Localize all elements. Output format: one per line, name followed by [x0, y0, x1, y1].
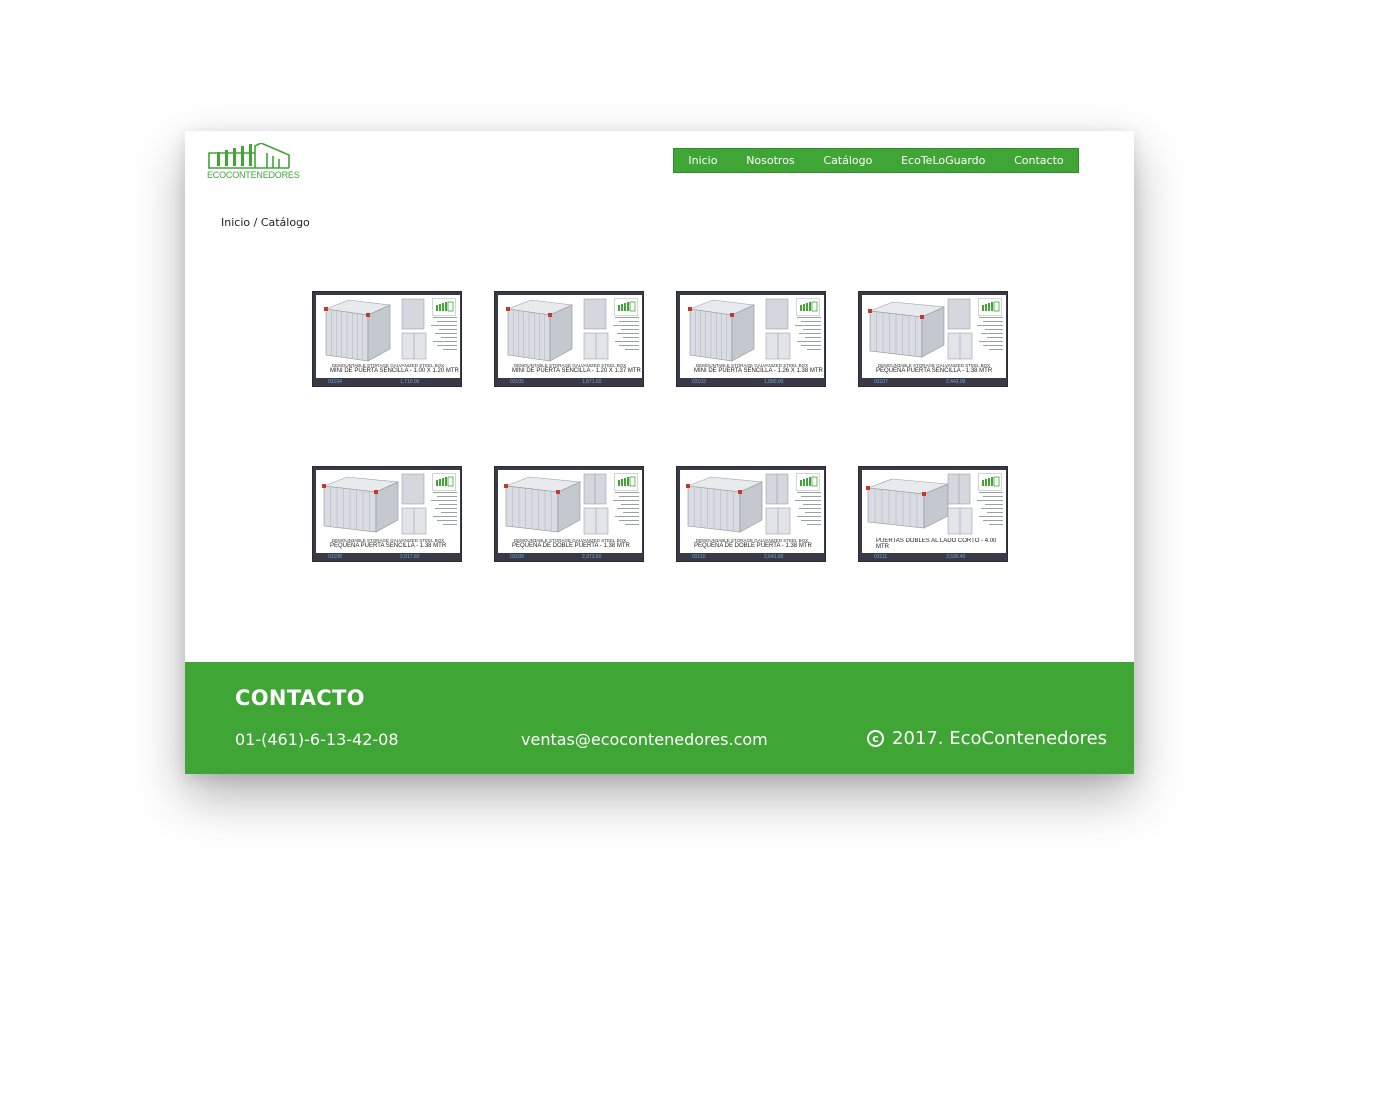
spec-list [609, 492, 639, 530]
container-logo-icon [208, 142, 290, 169]
footer-email-link[interactable]: ventas@ecocontenedores.com [521, 730, 768, 749]
product-card[interactable]: PUERTAS DOBLES AL LADO CORTO - 4.00 MTR 0… [858, 466, 1008, 562]
product-price: 1,710.00 [400, 379, 420, 385]
product-meta: 03108 2,017.60 [316, 554, 460, 561]
product-title: MINI DE PUERTA SENCILLA - 1.26 X 1.38 MT… [694, 368, 823, 374]
product-image [680, 470, 824, 538]
brand-logo-icon [432, 298, 456, 316]
brand-logo-icon [614, 473, 638, 491]
product-title: PEQUEÑA PUERTA SENCILLA - 1.38 MTR [876, 368, 993, 374]
product-price: 1,880.00 [764, 379, 784, 385]
product-code: 03105 [510, 379, 524, 385]
product-price: 2,373.60 [582, 554, 602, 560]
product-meta: 03111 3,590.40 [862, 554, 1006, 561]
nav-item-nosotros[interactable]: Nosotros [746, 154, 794, 167]
product-meta: 03109 2,373.60 [498, 554, 642, 561]
product-image [680, 295, 824, 363]
footer-copyright: c 2017. EcoContenedores [867, 728, 1107, 749]
product-caption: DEMOUNTABLE STORAGE GALVANIZED STEEL BOX… [316, 363, 460, 378]
product-code: 03104 [328, 379, 342, 385]
product-caption: DEMOUNTABLE STORAGE GALVANIZED STEEL BOX… [316, 538, 460, 553]
spec-list [973, 492, 1003, 530]
footer-title: CONTACTO [235, 686, 365, 710]
product-meta: 03107 2,443.00 [862, 379, 1006, 386]
product-card[interactable]: DEMOUNTABLE STORAGE GALVANIZED STEEL BOX… [676, 466, 826, 562]
footer: CONTACTO 01-(461)-6-13-42-08 ventas@ecoc… [185, 662, 1134, 774]
product-caption: DEMOUNTABLE STORAGE GALVANIZED STEEL BOX… [498, 538, 642, 553]
spec-list [791, 492, 821, 530]
product-caption: DEMOUNTABLE STORAGE GALVANIZED STEEL BOX… [680, 538, 824, 553]
product-image [498, 470, 642, 538]
product-card[interactable]: DEMOUNTABLE STORAGE GALVANIZED STEEL BOX… [494, 291, 644, 387]
product-price: 3,590.40 [946, 554, 966, 560]
product-caption: DEMOUNTABLE STORAGE GALVANIZED STEEL BOX… [862, 363, 1006, 378]
product-meta: 03103 1,880.00 [680, 379, 824, 386]
product-card[interactable]: DEMOUNTABLE STORAGE GALVANIZED STEEL BOX… [858, 291, 1008, 387]
product-title: MINI DE PUERTA SENCILLA - 1.20 X 1.37 MT… [512, 368, 641, 374]
brand-logo-icon [978, 298, 1002, 316]
nav-item-inicio[interactable]: Inicio [688, 154, 717, 167]
product-meta: 03105 1,871.60 [498, 379, 642, 386]
breadcrumb-current: Catálogo [260, 216, 310, 229]
product-code: 03110 [692, 554, 706, 560]
product-title: PEQUEÑA DE DOBLE PUERTA - 1.38 MTR [512, 543, 630, 549]
product-caption: DEMOUNTABLE STORAGE GALVANIZED STEEL BOX… [498, 363, 642, 378]
product-card[interactable]: DEMOUNTABLE STORAGE GALVANIZED STEEL BOX… [312, 291, 462, 387]
product-title: PUERTAS DOBLES AL LADO CORTO - 4.00 MTR [876, 538, 997, 550]
breadcrumb: Inicio / Catálogo [221, 216, 310, 229]
copyright-icon: c [867, 730, 884, 747]
product-code: 03107 [874, 379, 888, 385]
product-price: 2,017.60 [400, 554, 420, 560]
site-logo[interactable]: ECOCONTENEDORES [207, 142, 300, 183]
logo-text: ECOCONTENEDORES [207, 170, 300, 180]
product-price: 1,871.60 [582, 379, 602, 385]
footer-phone: 01-(461)-6-13-42-08 [235, 730, 399, 749]
product-meta: 03110 2,641.60 [680, 554, 824, 561]
product-image [316, 295, 460, 363]
product-image [316, 470, 460, 538]
product-code: 03111 [874, 554, 888, 560]
main-nav: Inicio Nosotros Catálogo EcoTeLoGuardo C… [673, 148, 1079, 173]
product-title: PEQUEÑA PUERTA SENCILLA - 1.38 MTR [330, 543, 447, 549]
brand-logo-icon [614, 298, 638, 316]
brand-logo-icon [432, 473, 456, 491]
spec-list [973, 317, 1003, 355]
copyright-text: 2017. EcoContenedores [892, 728, 1108, 749]
nav-item-catalogo[interactable]: Catálogo [823, 154, 872, 167]
catalog-grid: DEMOUNTABLE STORAGE GALVANIZED STEEL BOX… [312, 291, 1008, 562]
product-card[interactable]: DEMOUNTABLE STORAGE GALVANIZED STEEL BOX… [676, 291, 826, 387]
product-caption: PUERTAS DOBLES AL LADO CORTO - 4.00 MTR [862, 538, 1006, 553]
product-card[interactable]: DEMOUNTABLE STORAGE GALVANIZED STEEL BOX… [312, 466, 462, 562]
spec-list [791, 317, 821, 355]
product-price: 2,443.00 [946, 379, 966, 385]
product-code: 03109 [510, 554, 524, 560]
product-code: 03108 [328, 554, 342, 560]
breadcrumb-home-link[interactable]: Inicio [221, 216, 250, 229]
product-image [498, 295, 642, 363]
spec-list [427, 317, 457, 355]
breadcrumb-separator: / [250, 216, 261, 229]
product-card[interactable]: DEMOUNTABLE STORAGE GALVANIZED STEEL BOX… [494, 466, 644, 562]
product-image [862, 470, 1006, 538]
spec-list [609, 317, 639, 355]
page-frame: ECOCONTENEDORES Inicio Nosotros Catálogo… [185, 131, 1134, 774]
brand-logo-icon [978, 473, 1002, 491]
product-meta: 03104 1,710.00 [316, 379, 460, 386]
spec-list [427, 492, 457, 530]
nav-item-ecoteloguardo[interactable]: EcoTeLoGuardo [901, 154, 985, 167]
product-image [862, 295, 1006, 363]
product-title: MINI DE PUERTA SENCILLA - 1.00 X 1.20 MT… [330, 368, 459, 374]
nav-item-contacto[interactable]: Contacto [1014, 154, 1064, 167]
product-caption: DEMOUNTABLE STORAGE GALVANIZED STEEL BOX… [680, 363, 824, 378]
brand-logo-icon [796, 473, 820, 491]
product-price: 2,641.60 [764, 554, 784, 560]
brand-logo-icon [796, 298, 820, 316]
product-code: 03103 [692, 379, 706, 385]
product-title: PEQUEÑA DE DOBLE PUERTA - 1.38 MTR [694, 543, 812, 549]
